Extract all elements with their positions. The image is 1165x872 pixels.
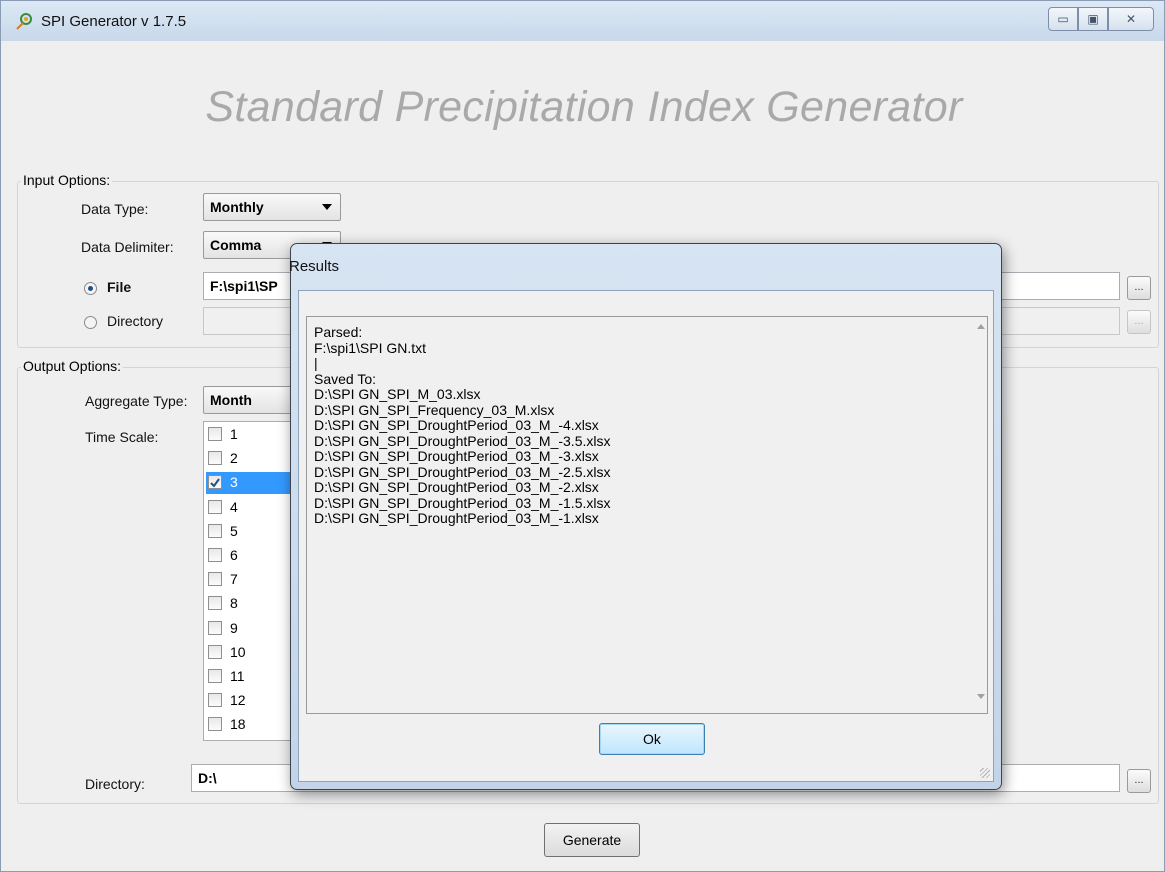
ok-button[interactable]: Ok <box>599 723 705 755</box>
check-icon <box>210 478 220 488</box>
checkbox[interactable] <box>208 451 222 466</box>
directory-browse-button[interactable]: ... <box>1127 310 1151 334</box>
time-scale-item-label: 4 <box>230 498 238 515</box>
checkbox[interactable] <box>208 572 222 587</box>
close-button[interactable]: ✕ <box>1108 7 1154 31</box>
directory-radio-label: Directory <box>107 313 164 329</box>
data-type-value: Monthly <box>210 199 264 215</box>
dialog-body: Parsed: F:\spi1\SPI GN.txt | Saved To: D… <box>298 290 994 782</box>
time-scale-item-label: 5 <box>230 522 238 539</box>
time-scale-item[interactable]: 8 <box>206 593 302 615</box>
scroll-up-icon[interactable] <box>977 324 985 329</box>
window-controls: ▭ ▣ ✕ <box>1048 7 1154 31</box>
time-scale-item[interactable]: 12 <box>206 690 302 712</box>
time-scale-item[interactable]: 6 <box>206 545 302 567</box>
close-icon: ✕ <box>1125 12 1137 26</box>
output-directory-label: Directory: <box>85 776 145 792</box>
title-bar[interactable]: SPI Generator v 1.7.5 ▭ ▣ ✕ <box>1 1 1164 41</box>
checkbox[interactable] <box>208 499 222 514</box>
scroll-down-icon[interactable] <box>977 694 985 699</box>
time-scale-item[interactable]: 4 <box>206 497 302 519</box>
results-textarea[interactable]: Parsed: F:\spi1\SPI GN.txt | Saved To: D… <box>306 316 988 714</box>
time-scale-item[interactable]: 9 <box>206 618 302 640</box>
maximize-icon: ▣ <box>1087 12 1099 26</box>
minimize-icon: ▭ <box>1057 12 1069 26</box>
checkbox[interactable] <box>208 620 222 635</box>
time-scale-item-label: 18 <box>230 716 246 733</box>
time-scale-item-label: 10 <box>230 643 246 660</box>
checkbox[interactable] <box>208 669 222 683</box>
file-radio[interactable] <box>84 282 97 295</box>
file-browse-button[interactable]: ... <box>1127 276 1151 300</box>
checkbox[interactable] <box>208 523 222 538</box>
input-options-label: Input Options: <box>21 172 113 188</box>
time-scale-item-label: 7 <box>230 571 238 588</box>
output-directory-browse-button[interactable]: ... <box>1127 769 1151 793</box>
checkbox[interactable] <box>208 548 222 562</box>
page-title: Standard Precipitation Index Generator <box>205 83 963 131</box>
window-title: SPI Generator v 1.7.5 <box>41 13 187 30</box>
time-scale-item[interactable]: 2 <box>206 448 302 470</box>
data-type-select[interactable]: Monthly <box>203 193 341 221</box>
time-scale-item-label: 8 <box>230 595 238 612</box>
time-scale-item-label: 2 <box>230 450 238 467</box>
results-dialog: Results Parsed: F:\spi1\SPI GN.txt | Sav… <box>289 243 1002 790</box>
checkbox[interactable] <box>208 717 222 732</box>
data-type-label: Data Type: <box>81 201 149 217</box>
minimize-button[interactable]: ▭ <box>1048 7 1078 31</box>
output-options-label: Output Options: <box>21 358 124 374</box>
dialog-title: Results <box>289 258 340 275</box>
aggregate-type-value: Month <box>210 392 252 408</box>
time-scale-label: Time Scale: <box>85 429 159 445</box>
time-scale-item-label: 3 <box>230 474 238 491</box>
time-scale-item[interactable]: 10 <box>206 642 302 664</box>
data-delimiter-label: Data Delimiter: <box>81 239 174 255</box>
data-delimiter-value: Comma <box>210 237 262 253</box>
time-scale-item[interactable]: 18 <box>206 714 302 736</box>
checkbox[interactable] <box>208 693 222 708</box>
generate-button[interactable]: Generate <box>544 823 640 857</box>
chevron-down-icon <box>322 204 332 210</box>
time-scale-item[interactable]: 3 <box>206 472 302 495</box>
time-scale-item-label: 1 <box>230 426 238 442</box>
time-scale-item-label: 12 <box>230 692 246 709</box>
checkbox[interactable] <box>208 427 222 441</box>
checkbox[interactable] <box>208 475 222 490</box>
time-scale-item[interactable]: 7 <box>206 569 302 591</box>
maximize-button[interactable]: ▣ <box>1078 7 1108 31</box>
time-scale-item[interactable]: 5 <box>206 521 302 543</box>
checkbox[interactable] <box>208 644 222 659</box>
time-scale-item-label: 11 <box>230 668 245 684</box>
file-radio-label: File <box>107 279 132 295</box>
time-scale-item-label: 6 <box>230 547 238 563</box>
app-icon <box>16 13 32 30</box>
time-scale-item[interactable]: 11 <box>206 666 302 688</box>
aggregate-type-label: Aggregate Type: <box>85 393 188 409</box>
directory-radio[interactable] <box>84 316 97 329</box>
time-scale-item-label: 9 <box>230 619 238 636</box>
checkbox[interactable] <box>208 596 222 611</box>
time-scale-item[interactable]: 1 <box>206 424 302 446</box>
resize-grip-icon[interactable] <box>980 768 990 778</box>
